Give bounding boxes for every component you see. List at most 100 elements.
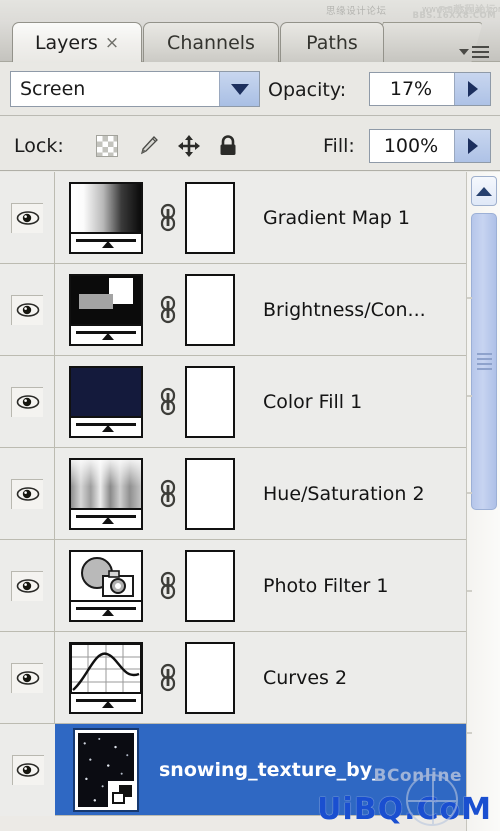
solid-color-thumbnail[interactable] [69, 365, 143, 438]
tab-channels[interactable]: Channels [143, 22, 279, 62]
adjustment-slider-icon [71, 233, 141, 252]
lock-position-button[interactable] [174, 132, 204, 160]
fill-field[interactable]: 100% [369, 129, 491, 163]
layer-visibility-cell[interactable] [0, 631, 55, 724]
panel-menu-button[interactable] [459, 42, 495, 62]
layer-mask-thumbnail[interactable] [185, 365, 235, 438]
panel-tab-bar: Layers × Channels Paths [0, 20, 500, 62]
layer-visibility-cell[interactable] [0, 539, 55, 632]
layer-thumbnail-cell[interactable] [55, 273, 151, 346]
scroll-up-arrow[interactable] [471, 176, 497, 206]
table-row[interactable]: Curves 2 [0, 631, 500, 724]
blend-mode-select[interactable]: Screen [10, 71, 260, 107]
layer-visibility-cell[interactable] [0, 355, 55, 448]
brightness-contrast-icon [71, 275, 141, 326]
layer-mask-thumbnail[interactable] [185, 549, 235, 622]
layer-mask-thumbnail[interactable] [185, 273, 235, 346]
layer-name[interactable]: Photo Filter 1 [255, 575, 500, 597]
layer-visibility-cell[interactable] [0, 263, 55, 356]
lock-label: Lock: [14, 135, 64, 157]
layer-mask-thumbnail[interactable] [185, 457, 235, 530]
layer-mask-cell[interactable] [185, 365, 255, 438]
lock-transparent-pixels-button[interactable] [92, 132, 122, 160]
layer-link-cell[interactable] [151, 663, 185, 693]
chevron-right-icon [467, 81, 478, 97]
layer-name[interactable]: Gradient Map 1 [255, 207, 500, 229]
visibility-toggle[interactable] [11, 478, 43, 509]
visibility-toggle[interactable] [11, 294, 43, 325]
visibility-toggle[interactable] [11, 202, 43, 233]
table-row[interactable]: Gradient Map 1 [0, 172, 500, 264]
layer-link-cell[interactable] [151, 295, 185, 325]
table-row[interactable]: Color Fill 1 [0, 355, 500, 448]
layer-mask-cell[interactable] [185, 549, 255, 622]
layer-mask-cell[interactable] [185, 273, 255, 346]
smart-object-thumbnail[interactable] [73, 727, 139, 812]
visibility-toggle[interactable] [11, 662, 43, 693]
layers-scrollbar[interactable] [466, 172, 500, 831]
close-icon[interactable]: × [105, 34, 119, 52]
tab-channels-label: Channels [167, 31, 255, 54]
layer-visibility-cell[interactable] [0, 447, 55, 540]
blend-mode-value: Screen [20, 78, 86, 100]
checkerboard-icon [96, 135, 118, 157]
layer-thumbnail-cell[interactable] [55, 549, 151, 622]
layer-mask-cell[interactable] [185, 181, 255, 254]
smart-object-badge-icon [106, 778, 134, 807]
layer-mask-cell[interactable] [185, 641, 255, 714]
layer-link-cell[interactable] [151, 387, 185, 417]
opacity-field[interactable]: 17% [369, 72, 491, 106]
layer-link-cell[interactable] [151, 479, 185, 509]
layer-link-cell[interactable] [151, 203, 185, 233]
eye-icon [16, 211, 39, 225]
layer-name[interactable]: Hue/Saturation 2 [255, 483, 500, 505]
photo-filter-thumbnail[interactable] [69, 549, 143, 622]
eye-icon [16, 763, 40, 777]
hue-saturation-thumbnail[interactable] [69, 457, 143, 530]
table-row[interactable]: Photo Filter 1 [0, 539, 500, 632]
visibility-toggle[interactable] [11, 754, 44, 785]
adjustment-slider-icon [71, 417, 141, 436]
layer-link-cell[interactable] [151, 571, 185, 601]
table-row[interactable]: Hue/Saturation 2 [0, 447, 500, 540]
scroll-thumb[interactable] [471, 213, 497, 510]
layer-thumbnail-cell[interactable] [55, 641, 151, 714]
curves-thumbnail[interactable] [69, 641, 143, 714]
layer-mask-thumbnail[interactable] [185, 641, 235, 714]
scroll-grip-icon [476, 353, 492, 370]
eye-icon [16, 579, 39, 593]
layer-mask-thumbnail[interactable] [185, 181, 235, 254]
lock-all-button[interactable] [213, 132, 243, 160]
layer-name[interactable]: Color Fill 1 [255, 391, 500, 413]
opacity-slider-button[interactable] [454, 73, 490, 105]
layer-name[interactable]: Brightness/Con... [255, 299, 500, 321]
layer-mask-cell[interactable] [185, 457, 255, 530]
gradient-map-thumbnail[interactable] [69, 181, 143, 254]
link-icon [160, 663, 176, 691]
tab-paths[interactable]: Paths [280, 22, 384, 62]
layer-name[interactable]: snowing_texture_by_ [151, 759, 500, 781]
tab-layers[interactable]: Layers × [12, 22, 142, 62]
chevron-down-icon [230, 83, 249, 95]
table-row[interactable]: snowing_texture_by_ [0, 723, 500, 816]
layers-list[interactable]: Gradient Map 1 Brightness/Con... Color F… [0, 172, 500, 831]
layer-thumbnail-cell[interactable] [55, 457, 151, 530]
blend-mode-dropdown-button[interactable] [219, 72, 259, 106]
visibility-toggle[interactable] [11, 570, 43, 601]
layer-visibility-cell[interactable] [0, 723, 55, 816]
layer-thumbnail-cell[interactable] [55, 181, 151, 254]
layer-name[interactable]: Curves 2 [255, 667, 500, 689]
table-row[interactable]: Brightness/Con... [0, 263, 500, 356]
layer-visibility-cell[interactable] [0, 172, 55, 264]
brightness-contrast-thumbnail[interactable] [69, 273, 143, 346]
layer-thumbnail-cell[interactable] [55, 727, 151, 812]
chevron-up-icon [476, 186, 492, 196]
photo-filter-icon [71, 551, 141, 602]
padlock-icon [220, 135, 236, 155]
lock-image-pixels-button[interactable] [133, 132, 163, 160]
visibility-toggle[interactable] [11, 386, 43, 417]
tab-paths-label: Paths [306, 31, 358, 54]
layer-thumbnail-cell[interactable] [55, 365, 151, 438]
gradient-map-icon [71, 183, 141, 234]
fill-slider-button[interactable] [454, 130, 490, 162]
